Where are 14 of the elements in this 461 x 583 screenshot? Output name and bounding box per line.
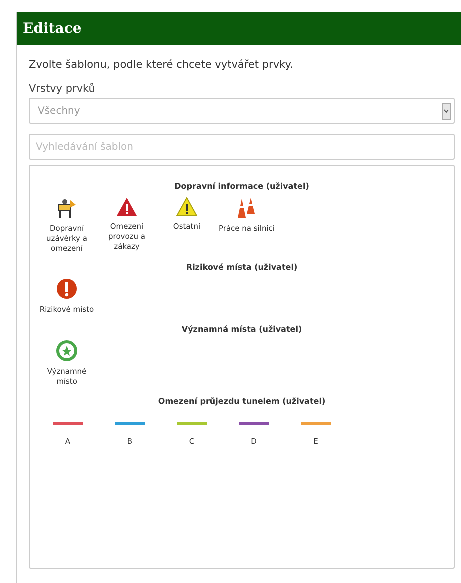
alert-icon: [56, 278, 78, 300]
roadblock-icon: [56, 197, 78, 219]
panel-title: Editace: [23, 20, 82, 36]
section-title: Omezení průjezdu tunelem (uživatel): [157, 396, 327, 406]
section-title: Rizikové místa (uživatel): [185, 263, 299, 272]
traffic-cones-icon: [236, 197, 258, 219]
section-title: Významná místa (uživatel): [180, 325, 304, 334]
intro-text: Zvolte šablonu, podle které chcete vytvářet prvky.: [29, 59, 294, 71]
section-title: Dopravní informace (uživatel): [174, 182, 310, 191]
warning-icon: [116, 197, 138, 217]
warning-icon: [176, 197, 198, 217]
search-field[interactable]: Vyhledávání šablon: [29, 134, 455, 160]
caret-icon: [442, 102, 451, 120]
field-label: Vrstvy prvků: [29, 83, 96, 95]
